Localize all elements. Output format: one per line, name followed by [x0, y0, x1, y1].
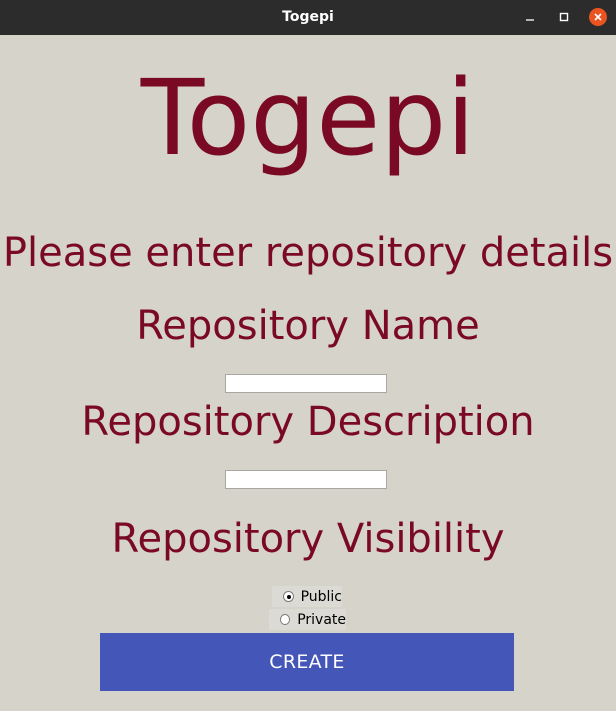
maximize-icon[interactable]	[555, 8, 573, 26]
repository-name-label: Repository Name	[136, 303, 480, 349]
close-icon[interactable]	[589, 8, 607, 26]
app-title: Togepi	[140, 57, 476, 179]
radio-unselected-icon[interactable]	[280, 614, 291, 625]
create-button[interactable]: CREATE	[100, 633, 514, 691]
minimize-icon[interactable]	[521, 8, 539, 26]
visibility-public-label: Public	[300, 588, 342, 605]
repository-description-input[interactable]	[225, 470, 387, 489]
repository-visibility-label: Repository Visibility	[111, 516, 505, 562]
app-window: Togepi Togepi Please enter repository de…	[0, 0, 616, 711]
details-prompt: Please enter repository details	[2, 230, 614, 276]
visibility-public-radio[interactable]: Public	[272, 586, 342, 607]
visibility-private-label: Private	[297, 611, 346, 628]
visibility-private-radio[interactable]: Private	[269, 609, 346, 630]
repository-name-input[interactable]	[225, 374, 387, 393]
window-titlebar[interactable]: Togepi	[0, 0, 616, 35]
repository-description-label: Repository Description	[81, 399, 535, 445]
radio-selected-icon[interactable]	[283, 591, 294, 602]
